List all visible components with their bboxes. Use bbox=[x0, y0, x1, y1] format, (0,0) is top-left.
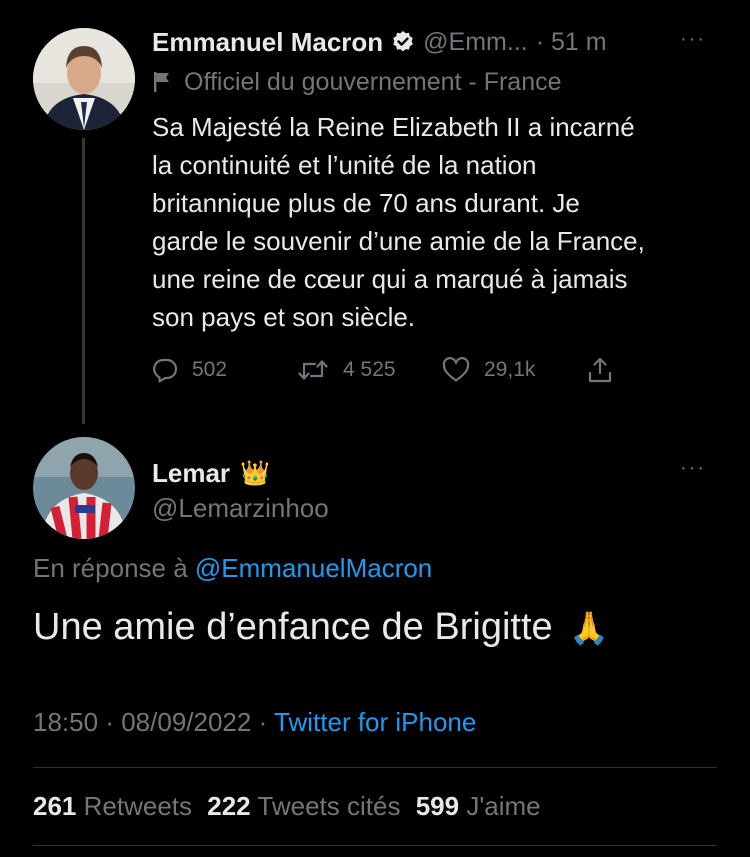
share-button[interactable] bbox=[587, 356, 627, 384]
reply-header: Lemar 👑 bbox=[152, 455, 270, 491]
time-ago[interactable]: · 51 m bbox=[536, 28, 607, 57]
government-label-text: Officiel du gouvernement - France bbox=[184, 67, 562, 96]
author-name[interactable]: Emmanuel Macron bbox=[152, 27, 383, 58]
quotes-count: 222 bbox=[207, 791, 251, 821]
reply-text: Une amie d’enfance de Brigitte 🙏 bbox=[33, 606, 609, 649]
retweet-count: 4 525 bbox=[343, 358, 396, 381]
retweet-button[interactable]: 4 525 bbox=[297, 357, 442, 383]
more-options-icon[interactable]: ··· bbox=[680, 28, 706, 51]
reply-count: 502 bbox=[192, 358, 228, 381]
reply-button[interactable]: 502 bbox=[152, 357, 297, 383]
like-icon bbox=[442, 357, 470, 382]
retweets-stat[interactable]: 261 Retweets bbox=[33, 791, 199, 821]
tweet-header: Emmanuel Macron @Emm... · 51 m bbox=[152, 24, 722, 60]
quotes-label: Tweets cités bbox=[257, 791, 401, 821]
retweet-icon bbox=[298, 360, 328, 380]
reply-more-options-icon[interactable]: ··· bbox=[680, 457, 706, 480]
government-label: Officiel du gouvernement - France bbox=[152, 64, 562, 100]
tweet-time[interactable]: 18:50 bbox=[33, 707, 98, 737]
likes-label: J'aime bbox=[466, 791, 541, 821]
divider bbox=[33, 845, 717, 846]
verified-badge-icon bbox=[391, 30, 415, 54]
reply-text-content: Une amie d’enfance de Brigitte bbox=[33, 606, 553, 648]
tweet-text-line: Sa Majesté la Reine Elizabeth II a incar… bbox=[152, 112, 635, 142]
tweet-timestamp: 18:50 · 08/09/2022 · Twitter for iPhone bbox=[33, 707, 476, 738]
reply-icon bbox=[153, 358, 178, 383]
tweet-date[interactable]: 08/09/2022 bbox=[121, 707, 251, 737]
tweet-stats: 261 Retweets 222 Tweets cités 599 J'aime bbox=[33, 791, 541, 822]
thread-line bbox=[82, 138, 85, 424]
in-reply-to: En réponse à @EmmanuelMacron bbox=[33, 553, 432, 584]
like-button[interactable]: 29,1k bbox=[442, 357, 587, 383]
likes-count: 599 bbox=[415, 791, 460, 821]
like-count: 29,1k bbox=[484, 358, 536, 381]
retweets-count: 261 bbox=[33, 791, 77, 821]
tweet-text-line: son pays et son siècle. bbox=[152, 302, 416, 332]
reply-author-handle[interactable]: @Lemarzinhoo bbox=[152, 493, 329, 524]
tweet-text-line: britannique plus de 70 ans durant. Je bbox=[152, 188, 580, 218]
crown-emoji: 👑 bbox=[240, 459, 270, 487]
in-reply-prefix: En réponse à bbox=[33, 553, 188, 583]
likes-stat[interactable]: 599 J'aime bbox=[416, 791, 541, 821]
pray-emoji: 🙏 bbox=[569, 610, 610, 646]
author-handle[interactable]: @Emm... bbox=[423, 28, 528, 57]
tweet-text: Sa Majesté la Reine Elizabeth II a incar… bbox=[152, 108, 732, 336]
divider bbox=[33, 767, 717, 768]
macron-avatar[interactable] bbox=[33, 28, 135, 130]
tweet-text-line: une reine de cœur qui a marqué à jamais bbox=[152, 264, 628, 294]
macron-avatar-image bbox=[33, 28, 135, 130]
tweet-source-link[interactable]: Twitter for iPhone bbox=[274, 707, 476, 737]
lemar-avatar[interactable] bbox=[33, 437, 135, 539]
in-reply-handle-link[interactable]: @EmmanuelMacron bbox=[195, 553, 432, 583]
tweet-actions: 502 4 525 29,1k bbox=[152, 350, 632, 390]
separator: · bbox=[105, 707, 114, 737]
tweet-text-line: la continuité et l’unité de la nation bbox=[152, 150, 537, 180]
flag-icon bbox=[152, 70, 172, 94]
share-icon bbox=[588, 357, 612, 383]
tweet-text-line: garde le souvenir d’une amie de la Franc… bbox=[152, 226, 645, 256]
retweets-label: Retweets bbox=[83, 791, 193, 821]
reply-author-name[interactable]: Lemar bbox=[152, 458, 230, 489]
quotes-stat[interactable]: 222 Tweets cités bbox=[207, 791, 407, 821]
separator: · bbox=[258, 707, 268, 737]
lemar-avatar-image bbox=[33, 437, 135, 539]
